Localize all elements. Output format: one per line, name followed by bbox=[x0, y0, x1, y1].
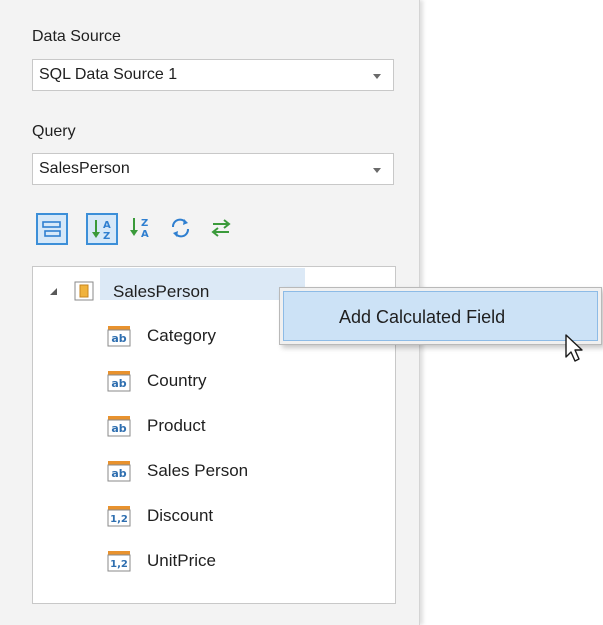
query-label: Query bbox=[32, 123, 76, 140]
group-fields-icon bbox=[42, 221, 61, 237]
numeric-field-icon: 1,2 bbox=[107, 551, 131, 572]
query-value: SalesPerson bbox=[39, 160, 130, 177]
tree-field-label: Discount bbox=[147, 506, 214, 525]
refresh-button[interactable] bbox=[166, 213, 198, 245]
svg-text:ab: ab bbox=[111, 422, 126, 435]
expand-arrow-icon[interactable] bbox=[49, 287, 59, 297]
table-icon bbox=[74, 281, 94, 301]
sort-descending-button[interactable]: Z A bbox=[126, 213, 158, 245]
group-fields-button[interactable] bbox=[36, 213, 68, 245]
svg-text:A: A bbox=[103, 220, 111, 231]
string-field-icon: ab bbox=[107, 326, 131, 347]
data-source-combo[interactable]: SQL Data Source 1 bbox=[32, 59, 394, 91]
string-field-icon: ab bbox=[107, 461, 131, 482]
refresh-icon bbox=[172, 218, 189, 238]
svg-text:A: A bbox=[141, 229, 149, 240]
sort-descending-icon: Z A bbox=[130, 218, 149, 240]
chevron-down-icon[interactable] bbox=[373, 168, 381, 173]
add-calculated-field-menu-item[interactable]: Add Calculated Field bbox=[283, 291, 598, 341]
svg-text:ab: ab bbox=[111, 467, 126, 480]
tree-field-label: Product bbox=[147, 416, 206, 435]
data-source-value: SQL Data Source 1 bbox=[39, 66, 178, 83]
mouse-cursor-icon bbox=[565, 334, 583, 362]
chevron-down-icon[interactable] bbox=[373, 74, 381, 79]
menu-item-label: Add Calculated Field bbox=[339, 307, 506, 327]
svg-text:Z: Z bbox=[103, 231, 110, 242]
svg-text:ab: ab bbox=[111, 332, 126, 345]
sort-ascending-icon: A Z bbox=[92, 220, 111, 242]
svg-text:ab: ab bbox=[111, 377, 126, 390]
svg-text:1,2: 1,2 bbox=[110, 559, 128, 570]
tree-field-label: Country bbox=[147, 371, 207, 390]
data-source-label: Data Source bbox=[32, 28, 121, 45]
query-combo[interactable]: SalesPerson bbox=[32, 153, 394, 185]
numeric-field-icon: 1,2 bbox=[107, 506, 131, 527]
root-node-label[interactable]: SalesPerson bbox=[113, 282, 209, 302]
tree-field-label: Category bbox=[147, 326, 216, 345]
tree-field-label: UnitPrice bbox=[147, 551, 216, 570]
string-field-icon: ab bbox=[107, 416, 131, 437]
swap-button[interactable] bbox=[206, 213, 238, 245]
context-menu: Add Calculated Field bbox=[279, 287, 602, 345]
swap-icon bbox=[211, 219, 231, 237]
svg-text:Z: Z bbox=[141, 218, 148, 229]
tree-field-label: Sales Person bbox=[147, 461, 249, 480]
svg-text:1,2: 1,2 bbox=[110, 514, 128, 525]
string-field-icon: ab bbox=[107, 371, 131, 392]
sort-ascending-button[interactable]: A Z bbox=[86, 213, 118, 245]
